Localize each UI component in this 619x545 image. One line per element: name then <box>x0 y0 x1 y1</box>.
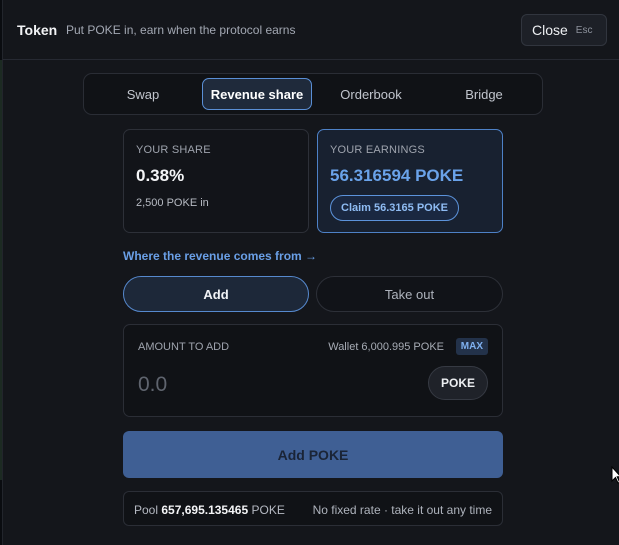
close-shortcut: Esc <box>575 24 593 36</box>
claim-button[interactable]: Claim 56.3165 POKE <box>330 195 460 221</box>
share-detail: 2,500 POKE in <box>136 197 209 209</box>
tab-bar: Swap Revenue share Orderbook Bridge <box>83 73 543 115</box>
close-button-label: Close <box>532 22 568 38</box>
tab-revenue-share[interactable]: Revenue share <box>202 78 312 110</box>
pool-amount: 657,695.135465 <box>161 503 249 517</box>
take-out-mode-button[interactable]: Take out <box>316 276 503 312</box>
tab-bridge[interactable]: Bridge <box>430 78 538 110</box>
earnings-caption: YOUR EARNINGS <box>330 144 425 156</box>
max-button[interactable]: MAX <box>455 338 488 355</box>
earnings-card: YOUR EARNINGS 56.316594 POKE Claim 56.31… <box>317 129 503 233</box>
pool-total: Pool 657,695.135465 POKE <box>134 503 285 517</box>
amount-panel: AMOUNT TO ADD Wallet 6,000.995 POKE MAX … <box>123 324 503 417</box>
token-selector[interactable]: POKE <box>428 366 488 400</box>
share-caption: YOUR SHARE <box>136 144 211 156</box>
pool-info: Pool 657,695.135465 POKE No fixed rate ·… <box>123 491 503 526</box>
pool-unit: POKE <box>251 503 285 517</box>
pool-note: No fixed rate · take it out any time <box>312 503 492 517</box>
amount-caption: AMOUNT TO ADD <box>138 341 230 353</box>
modal-subtitle: Put POKE in, earn when the protocol earn… <box>66 23 296 37</box>
wallet-balance: Wallet 6,000.995 POKE <box>328 341 444 353</box>
share-card: YOUR SHARE 0.38% 2,500 POKE in <box>123 129 309 233</box>
modal-title: Token <box>17 22 58 38</box>
amount-input[interactable] <box>138 369 418 401</box>
mouse-cursor-icon <box>611 466 619 484</box>
tab-orderbook[interactable]: Orderbook <box>318 78 424 110</box>
modal-header: Token Put POKE in, earn when the protoco… <box>3 0 619 60</box>
tab-swap[interactable]: Swap <box>90 78 196 110</box>
pool-prefix: Pool <box>134 503 159 517</box>
add-mode-button[interactable]: Add <box>123 276 309 312</box>
token-modal: Token Put POKE in, earn when the protoco… <box>2 0 619 545</box>
revenue-source-link[interactable]: Where the revenue comes from → <box>123 249 317 263</box>
earnings-amount: 56.316594 POKE <box>330 166 464 185</box>
share-percent: 0.38% <box>136 166 185 185</box>
add-poke-button[interactable]: Add POKE <box>123 431 503 478</box>
close-button[interactable]: Close Esc <box>521 14 607 46</box>
